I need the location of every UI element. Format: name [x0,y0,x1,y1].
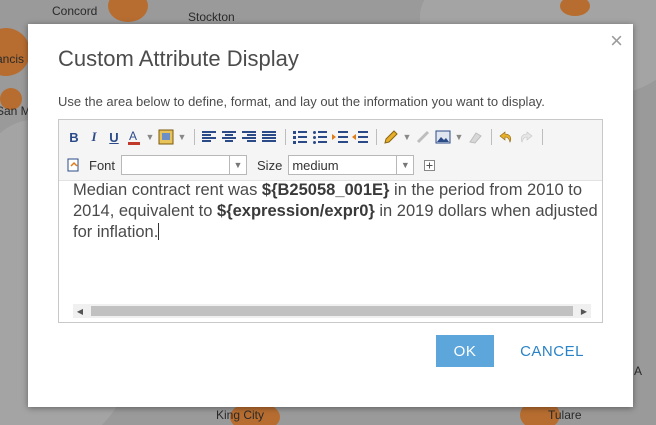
size-label: Size [257,157,283,173]
toolbar-divider [194,129,195,145]
close-icon[interactable]: × [610,30,623,52]
map-city-label: A [634,364,643,378]
expand-toolbar-icon[interactable] [420,156,438,174]
toolbar-divider [285,129,286,145]
font-select[interactable]: ▼ [121,155,248,175]
bullet-list-icon[interactable] [311,128,329,146]
dialog-title: Custom Attribute Display [58,46,299,71]
chevron-down-icon[interactable]: ▼ [177,128,187,146]
toolbar-divider [376,129,377,145]
map-marker [108,0,148,22]
horizontal-scrollbar[interactable]: ◀ ▶ [73,304,591,318]
map-city-label: ancis [0,52,25,66]
field-token: ${B25058_001E} [261,181,390,199]
dialog-description: Use the area below to define, format, an… [58,94,545,109]
editor-content[interactable]: Median contract rent was ${B25058_001E} … [73,180,598,243]
svg-text:A: A [129,129,137,143]
pencil-icon[interactable] [382,128,400,146]
redo-icon [517,128,535,146]
ok-button[interactable]: OK [436,335,494,367]
chevron-down-icon[interactable]: ▼ [454,128,464,146]
map-city-label: Stockton [188,10,235,24]
align-center-icon[interactable] [220,128,238,146]
link-icon [414,128,432,146]
indent-icon[interactable] [331,128,349,146]
map-city-label: San M [0,104,31,118]
bold-button[interactable]: B [65,128,83,146]
italic-button[interactable]: I [85,128,103,146]
size-select-value: medium [292,157,339,173]
chevron-down-icon[interactable]: ▼ [145,128,155,146]
content-text: Median contract rent was [73,181,262,199]
map-city-label: Tulare [548,408,582,422]
align-justify-icon[interactable] [260,128,278,146]
toolbar-divider [542,129,543,145]
cancel-button[interactable]: CANCEL [514,335,590,367]
font-color-icon[interactable]: A [125,128,143,146]
editor-toolbar: B I U A ▼ ▼ ▼ ▼ Font ▼ Size medium ▼ [59,120,602,181]
numbered-list-icon[interactable] [291,128,309,146]
expression-token: ${expression/expr0} [217,202,375,220]
custom-attribute-dialog: × Custom Attribute Display Use the area … [28,24,633,407]
map-city-label: King City [216,408,265,422]
text-caret [158,223,160,240]
highlight-color-icon[interactable] [157,128,175,146]
eraser-icon [466,128,484,146]
scroll-right-icon[interactable]: ▶ [577,304,591,318]
map-city-label: Concord [52,4,98,18]
scroll-left-icon[interactable]: ◀ [73,304,87,318]
view-source-icon[interactable] [65,156,83,174]
undo-icon[interactable] [497,128,515,146]
image-icon[interactable] [434,128,452,146]
chevron-down-icon[interactable]: ▼ [402,128,412,146]
chevron-down-icon[interactable]: ▼ [396,156,413,174]
chevron-down-icon[interactable]: ▼ [229,156,246,174]
rich-text-editor[interactable]: B I U A ▼ ▼ ▼ ▼ Font ▼ Size medium ▼ Med… [58,119,603,323]
align-right-icon[interactable] [240,128,258,146]
toolbar-divider [491,129,492,145]
size-select[interactable]: medium ▼ [288,155,415,175]
scrollbar-thumb[interactable] [91,306,573,316]
outdent-icon[interactable] [351,128,369,146]
font-label: Font [89,157,116,173]
align-left-icon[interactable] [200,128,218,146]
underline-button[interactable]: U [105,128,123,146]
